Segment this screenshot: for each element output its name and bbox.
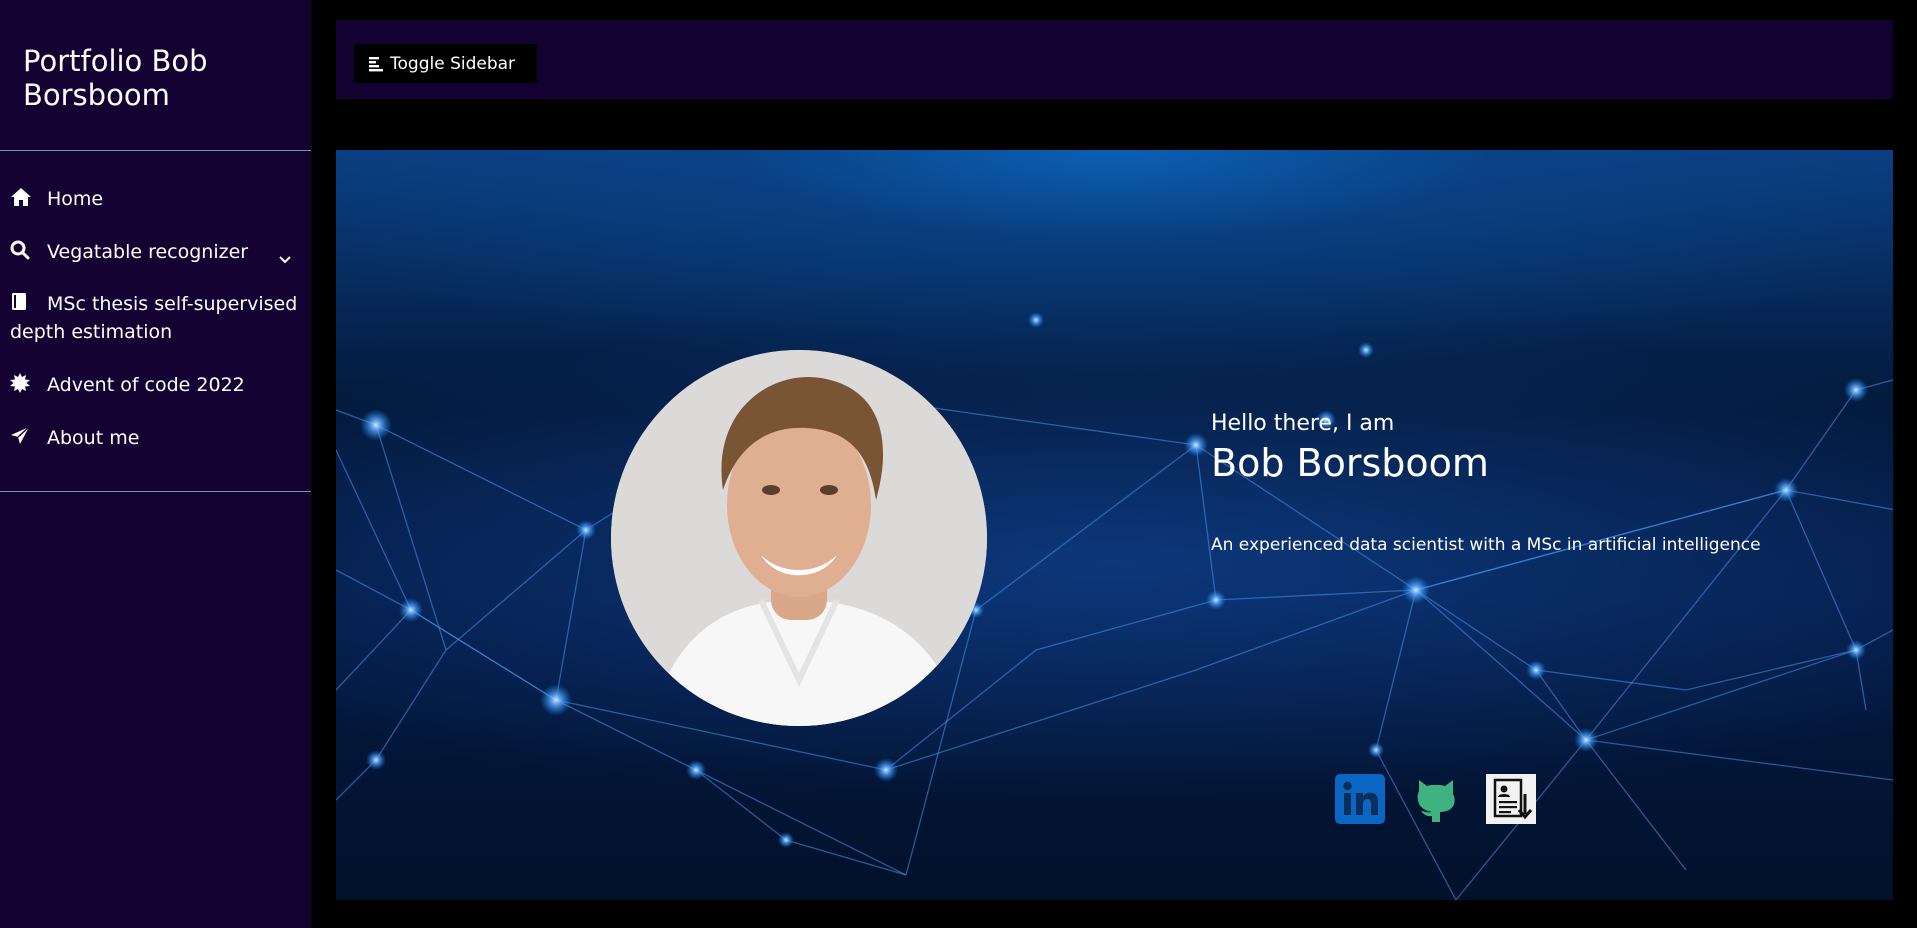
sidebar-item-label: MSc thesis self-supervised depth estimat… (10, 293, 298, 343)
book-icon (10, 292, 38, 312)
profile-photo (611, 350, 987, 726)
brand-title[interactable]: Portfolio Bob Borsboom (23, 44, 283, 112)
github-icon (1417, 780, 1455, 822)
top-navbar: Toggle Sidebar (336, 20, 1893, 99)
sidebar-item-home[interactable]: Home (10, 185, 305, 213)
intro-block: Hello there, I am Bob Borsboom (1211, 409, 1831, 485)
home-icon (10, 187, 38, 207)
hero-banner: Hello there, I am Bob Borsboom An experi… (336, 150, 1893, 900)
sidebar-item-label: Advent of code 2022 (47, 374, 245, 396)
sun-icon (10, 373, 38, 393)
sidebar-item-about-me[interactable]: About me (10, 424, 305, 452)
toggle-sidebar-label: Toggle Sidebar (390, 53, 516, 74)
align-left-icon (369, 56, 383, 71)
sidebar-divider-bottom (0, 491, 311, 492)
sidebar-divider-top (0, 150, 311, 151)
hero-tagline: An experienced data scientist with a MSc… (1211, 535, 1761, 555)
resume-download-link[interactable] (1486, 774, 1536, 824)
resume-download-icon (1486, 774, 1536, 824)
sidebar-item-vegetable-recognizer[interactable]: Vegatable recognizer (10, 238, 305, 266)
github-link[interactable] (1411, 774, 1461, 824)
sidebar-item-label: Home (47, 188, 104, 210)
greeting-text: Hello there, I am (1211, 411, 1395, 436)
sidebar: Portfolio Bob Borsboom Home Vegatable re… (0, 0, 311, 928)
linkedin-icon (1335, 774, 1385, 824)
linkedin-link[interactable] (1335, 774, 1385, 824)
toggle-sidebar-button[interactable]: Toggle Sidebar (354, 44, 537, 83)
sidebar-item-msc-thesis[interactable]: MSc thesis self-supervised depth estimat… (10, 290, 305, 346)
search-icon (10, 240, 38, 260)
sidebar-item-label: Vegatable recognizer (47, 241, 249, 263)
chevron-down-icon[interactable] (279, 244, 291, 272)
paper-plane-icon (10, 426, 38, 446)
sidebar-item-advent-of-code[interactable]: Advent of code 2022 (10, 371, 305, 399)
sidebar-item-label: About me (47, 427, 140, 449)
hero-name: Bob Borsboom (1211, 441, 1489, 485)
network-background-image (336, 312, 1893, 900)
